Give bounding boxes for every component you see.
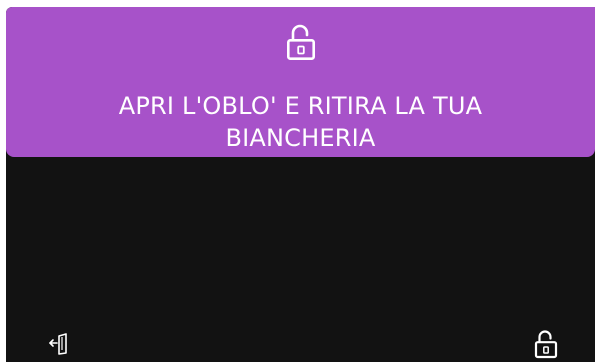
unlock-icon[interactable] — [534, 329, 558, 359]
message-banner: APRI L'OBLO' E RITIRA LA TUA BIANCHERIA — [6, 7, 595, 157]
exit-door-icon[interactable] — [48, 332, 72, 356]
unlock-icon — [286, 23, 316, 61]
banner-message: APRI L'OBLO' E RITIRA LA TUA BIANCHERIA — [118, 92, 483, 152]
display-screen: APRI L'OBLO' E RITIRA LA TUA BIANCHERIA — [0, 0, 595, 362]
main-panel: APRI L'OBLO' E RITIRA LA TUA BIANCHERIA — [6, 7, 595, 362]
